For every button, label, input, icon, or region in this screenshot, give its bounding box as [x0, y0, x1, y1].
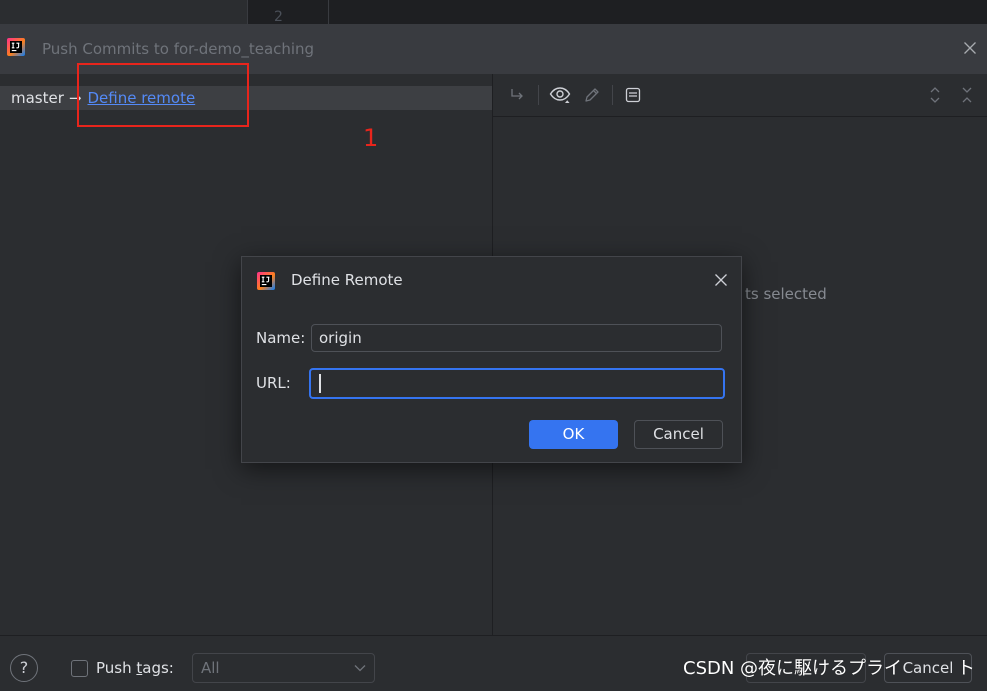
- editor-area: [329, 0, 987, 24]
- toolbar-separator: [612, 85, 613, 105]
- push-tags-label-prefix: Push: [96, 659, 137, 677]
- intellij-idea-icon: [7, 38, 25, 56]
- annotation-highlight-box: [77, 63, 249, 127]
- close-icon: [964, 42, 976, 54]
- push-tags-label-suffix: ags:: [142, 659, 174, 677]
- define-remote-title: Define Remote: [291, 271, 403, 289]
- push-tags-label[interactable]: Push tags:: [96, 658, 174, 678]
- push-dialog-close-button[interactable]: [961, 39, 979, 57]
- background-editor: 2: [0, 0, 987, 24]
- push-tags-mode-value: All: [201, 659, 220, 677]
- intellij-idea-icon: [257, 272, 275, 290]
- remote-url-label: URL:: [256, 374, 291, 392]
- text-caret: [319, 374, 321, 393]
- toolbar-separator: [538, 85, 539, 105]
- cancel-button[interactable]: Cancel: [634, 420, 723, 449]
- collapse-all-button[interactable]: [955, 83, 979, 107]
- preview-icon: [625, 87, 641, 103]
- define-remote-close-button[interactable]: [712, 271, 730, 289]
- remote-name-label: Name:: [256, 329, 306, 347]
- local-branch-name: master: [11, 89, 64, 107]
- push-tags-checkbox[interactable]: [71, 660, 88, 677]
- ok-button[interactable]: OK: [529, 420, 618, 449]
- background-project-pane: [0, 0, 248, 24]
- annotation-step-number: 1: [363, 124, 379, 152]
- line-number: 2: [274, 9, 283, 24]
- show-diff-button[interactable]: [505, 83, 529, 107]
- watermark-text: CSDN @夜に駆けるプライ: [683, 658, 903, 679]
- remote-name-input[interactable]: [311, 324, 722, 352]
- expand-all-icon: [930, 87, 940, 103]
- watermark-text-end: ト: [957, 658, 975, 679]
- eye-icon: [549, 87, 571, 103]
- edit-source-icon: [585, 88, 599, 102]
- preview-diff-button[interactable]: [621, 83, 645, 107]
- close-icon: [715, 274, 727, 286]
- screen: 2 Push Commits to for-demo_teaching mast…: [0, 0, 987, 691]
- collapse-all-icon: [962, 87, 972, 103]
- editor-gutter: 2: [248, 0, 329, 24]
- define-remote-dialog: Define Remote Name: URL: OK Cancel: [241, 256, 742, 463]
- expand-all-button[interactable]: [923, 83, 947, 107]
- view-options-button[interactable]: [548, 83, 572, 107]
- help-button[interactable]: ?: [10, 654, 38, 682]
- push-tags-mode-select[interactable]: All: [192, 653, 375, 683]
- details-toolbar: [493, 74, 987, 117]
- chevron-down-icon: [354, 665, 366, 672]
- details-empty-text: ts selected: [745, 285, 827, 303]
- edit-source-button[interactable]: [580, 83, 604, 107]
- remote-url-input[interactable]: [309, 368, 725, 399]
- show-diff-icon: [511, 89, 523, 100]
